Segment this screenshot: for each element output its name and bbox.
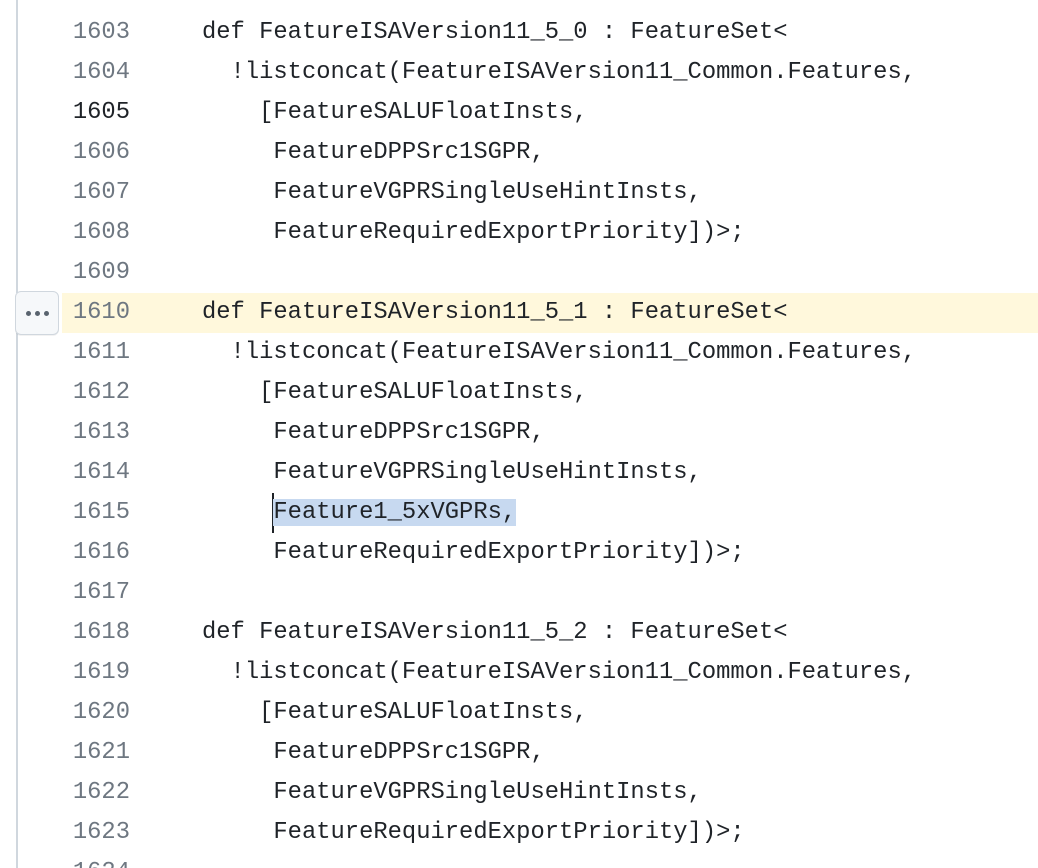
line-code[interactable]: def FeatureISAVersion11_5_0 : FeatureSet… xyxy=(202,13,788,53)
code-text: !listconcat(FeatureISAVersion11_Common.F… xyxy=(202,59,917,86)
code-text: FeatureVGPRSingleUseHintInsts, xyxy=(202,179,702,206)
line-code[interactable]: !listconcat(FeatureISAVersion11_Common.F… xyxy=(202,653,916,693)
line-code[interactable]: [FeatureSALUFloatInsts, xyxy=(202,693,588,733)
line-number[interactable]: 1616 xyxy=(0,533,130,573)
line-number-current[interactable]: 1605 xyxy=(0,93,130,133)
line-code[interactable]: FeatureVGPRSingleUseHintInsts, xyxy=(202,773,702,813)
code-line[interactable]: 1619 !listconcat(FeatureISAVersion11_Com… xyxy=(0,653,1038,693)
code-line[interactable]: 1618 def FeatureISAVersion11_5_2 : Featur… xyxy=(0,613,1038,653)
code-line[interactable]: 1614 FeatureVGPRSingleUseHintInsts, xyxy=(0,453,1038,493)
line-number[interactable]: 1620 xyxy=(0,693,130,733)
line-number[interactable]: 1604 xyxy=(0,53,130,93)
code-text: [FeatureSALUFloatInsts, xyxy=(202,699,588,726)
code-line[interactable]: 1612 [FeatureSALUFloatInsts, xyxy=(0,373,1038,413)
line-number[interactable]: 1624 xyxy=(0,853,130,868)
text-selection[interactable]: Feature1_5xVGPRs, xyxy=(273,499,517,526)
code-line[interactable]: 1622 FeatureVGPRSingleUseHintInsts, xyxy=(0,773,1038,813)
code-text: FeatureVGPRSingleUseHintInsts, xyxy=(202,779,702,806)
code-text: def FeatureISAVersion11_5_0 : FeatureSet… xyxy=(202,19,788,46)
line-code[interactable]: [FeatureSALUFloatInsts, xyxy=(202,373,588,413)
line-code[interactable]: FeatureVGPRSingleUseHintInsts, xyxy=(202,453,702,493)
line-code[interactable]: FeatureDPPSrc1SGPR, xyxy=(202,413,545,453)
line-code[interactable]: FeatureRequiredExportPriority])>; xyxy=(202,213,745,253)
line-options-button[interactable] xyxy=(15,291,59,335)
line-number[interactable]: 1612 xyxy=(0,373,130,413)
line-number[interactable]: 1617 xyxy=(0,573,130,613)
code-text: FeatureRequiredExportPriority])>; xyxy=(202,539,745,566)
line-number[interactable]: 1607 xyxy=(0,173,130,213)
code-text: [FeatureSALUFloatInsts, xyxy=(202,99,588,126)
code-text: FeatureVGPRSingleUseHintInsts, xyxy=(202,459,702,486)
code-text: def FeatureISAVersion11_5_1 : FeatureSet… xyxy=(202,299,788,326)
line-code[interactable]: FeatureDPPSrc1SGPR, xyxy=(202,133,545,173)
line-number[interactable]: 1608 xyxy=(0,213,130,253)
code-text: def FeatureISAVersion11_5_2 : FeatureSet… xyxy=(202,619,788,646)
line-number[interactable]: 1615 xyxy=(0,493,130,533)
code-text: !listconcat(FeatureISAVersion11_Common.F… xyxy=(202,659,917,686)
code-text: FeatureDPPSrc1SGPR, xyxy=(202,419,545,446)
code-line[interactable]: 1606 FeatureDPPSrc1SGPR, xyxy=(0,133,1038,173)
line-code[interactable]: def FeatureISAVersion11_5_2 : FeatureSet… xyxy=(202,613,788,653)
code-line[interactable]: 1623 FeatureRequiredExportPriority])>; xyxy=(0,813,1038,853)
line-code[interactable]: Feature1_5xVGPRs, xyxy=(202,493,517,533)
line-number[interactable]: 1609 xyxy=(0,253,130,293)
line-number[interactable]: 1622 xyxy=(0,773,130,813)
line-code[interactable]: !listconcat(FeatureISAVersion11_Common.F… xyxy=(202,333,916,373)
code-line[interactable]: 1617 xyxy=(0,573,1038,613)
line-number[interactable]: 1623 xyxy=(0,813,130,853)
code-line[interactable]: 1613 FeatureDPPSrc1SGPR, xyxy=(0,413,1038,453)
code-text: FeatureDPPSrc1SGPR, xyxy=(202,139,545,166)
line-code[interactable]: def FeatureISAVersion11_5_1 : FeatureSet… xyxy=(202,293,788,333)
code-line-highlighted[interactable]: 1610 def FeatureISAVersion11_5_1 : Featur… xyxy=(0,293,1038,333)
line-code[interactable]: [FeatureSALUFloatInsts, xyxy=(202,93,588,133)
line-code[interactable]: !listconcat(FeatureISAVersion11_Common.F… xyxy=(202,53,916,93)
code-line[interactable]: 1624 xyxy=(0,853,1038,868)
code-line[interactable]: 1609 xyxy=(0,253,1038,293)
code-line[interactable]: 1620 [FeatureSALUFloatInsts, xyxy=(0,693,1038,733)
line-code[interactable]: FeatureRequiredExportPriority])>; xyxy=(202,813,745,853)
code-line-selected[interactable]: 1615 Feature1_5xVGPRs, xyxy=(0,493,1038,533)
line-number[interactable]: 1603 xyxy=(0,13,130,53)
code-text: [FeatureSALUFloatInsts, xyxy=(202,379,588,406)
code-line[interactable]: 1611 !listconcat(FeatureISAVersion11_Com… xyxy=(0,333,1038,373)
line-code[interactable]: FeatureDPPSrc1SGPR, xyxy=(202,733,545,773)
code-viewer[interactable]: 1602 1603 def FeatureISAVersion11_5_0 : F… xyxy=(0,0,1038,868)
code-line[interactable]: 1605 [FeatureSALUFloatInsts, xyxy=(0,93,1038,133)
code-text: !listconcat(FeatureISAVersion11_Common.F… xyxy=(202,339,917,366)
code-text: FeatureRequiredExportPriority])>; xyxy=(202,219,745,246)
line-number[interactable]: 1614 xyxy=(0,453,130,493)
line-number[interactable]: 1619 xyxy=(0,653,130,693)
kebab-horizontal-icon xyxy=(25,310,49,316)
line-number[interactable]: 1621 xyxy=(0,733,130,773)
code-line[interactable]: 1616 FeatureRequiredExportPriority])>; xyxy=(0,533,1038,573)
line-number[interactable]: 1613 xyxy=(0,413,130,453)
line-number[interactable]: 1602 xyxy=(0,0,130,13)
line-number[interactable]: 1611 xyxy=(0,333,130,373)
line-number[interactable]: 1618 xyxy=(0,613,130,653)
code-text: FeatureDPPSrc1SGPR, xyxy=(202,739,545,766)
code-lines: 1602 1603 def FeatureISAVersion11_5_0 : F… xyxy=(0,0,1038,868)
code-line[interactable]: 1621 FeatureDPPSrc1SGPR, xyxy=(0,733,1038,773)
line-number[interactable]: 1606 xyxy=(0,133,130,173)
code-line[interactable]: 1607 FeatureVGPRSingleUseHintInsts, xyxy=(0,173,1038,213)
line-code[interactable]: FeatureRequiredExportPriority])>; xyxy=(202,533,745,573)
code-line[interactable]: 1608 FeatureRequiredExportPriority])>; xyxy=(0,213,1038,253)
code-line[interactable]: 1603 def FeatureISAVersion11_5_0 : Featur… xyxy=(0,13,1038,53)
code-line[interactable]: 1602 xyxy=(0,0,1038,13)
code-line[interactable]: 1604 !listconcat(FeatureISAVersion11_Com… xyxy=(0,53,1038,93)
code-text: FeatureRequiredExportPriority])>; xyxy=(202,819,745,846)
line-code[interactable]: FeatureVGPRSingleUseHintInsts, xyxy=(202,173,702,213)
